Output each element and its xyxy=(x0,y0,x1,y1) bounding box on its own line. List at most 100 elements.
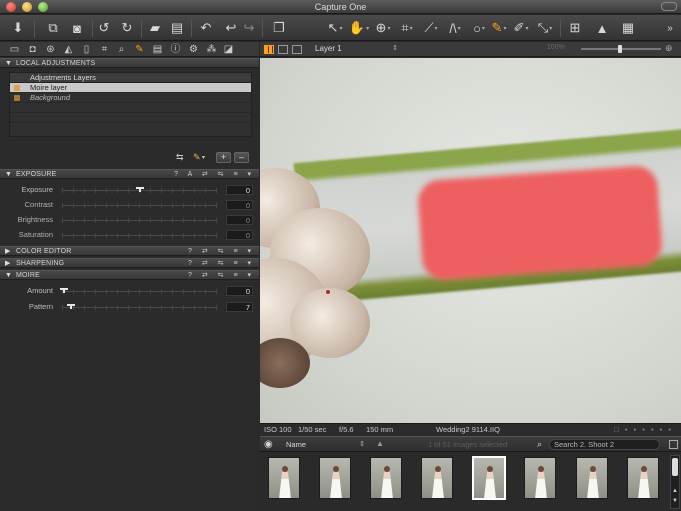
straighten-icon[interactable]: ⟋ ▾ xyxy=(422,18,440,38)
exposure-header[interactable]: ▼ EXPOSURE ? A ⇄ ⇆ ≡ ▾ xyxy=(0,169,259,179)
library-icon[interactable]: ▭ xyxy=(8,43,21,56)
thumbnail[interactable] xyxy=(524,457,556,499)
undo-icon[interactable]: ↶ xyxy=(198,18,214,38)
slider-value[interactable]: 0 xyxy=(226,200,253,210)
local-adjustments-icon[interactable]: ✎ xyxy=(133,43,146,56)
scrollbar-thumb[interactable] xyxy=(672,458,678,476)
more-icon[interactable]: » xyxy=(663,18,677,38)
warning-icon[interactable]: ▲ xyxy=(594,18,610,38)
slider-value[interactable]: 0 xyxy=(226,230,253,240)
multi-view-button[interactable] xyxy=(264,45,274,54)
redo-icon[interactable]: ↪ xyxy=(242,18,256,38)
compare-icon[interactable]: ⊞ xyxy=(566,18,584,38)
browser-options-icon[interactable] xyxy=(669,440,678,449)
search-input[interactable]: Search 2. Shoot 2 xyxy=(549,439,660,450)
section-controls[interactable]: ? ⇄ ⇆ ≡ ▾ xyxy=(188,259,255,268)
thumbnail[interactable] xyxy=(268,457,300,499)
select-cursor-icon[interactable]: ↖ ▾ xyxy=(326,18,344,38)
remove-layer-button[interactable]: – xyxy=(234,152,249,163)
thumbnail[interactable] xyxy=(576,457,608,499)
zoom-icon[interactable]: ⊕ ▾ xyxy=(374,18,392,38)
slider-track[interactable] xyxy=(62,291,217,292)
thumbnail[interactable] xyxy=(421,457,453,499)
slider-knob[interactable] xyxy=(136,187,144,193)
color-icon[interactable]: ⊛ xyxy=(44,43,57,56)
single-view-button[interactable] xyxy=(278,45,288,54)
moire-header[interactable]: ▼ MOIRE ? ⇄ ⇆ ≡ ▾ xyxy=(0,270,259,280)
spot-removal-icon[interactable]: ○ ▾ xyxy=(470,18,488,38)
zoom-in-icon[interactable]: ⊕ xyxy=(665,43,673,54)
section-controls[interactable]: ? ⇄ ⇆ ≡ ▾ xyxy=(188,271,255,280)
brush-icon[interactable]: ✎ xyxy=(193,152,201,163)
slider-track[interactable] xyxy=(62,307,217,308)
selection-count: 1 of 51 images selected xyxy=(428,440,508,449)
slider-track[interactable] xyxy=(62,205,217,206)
undo-step-icon[interactable]: ↩ xyxy=(224,18,238,38)
section-controls[interactable]: ? ⇄ ⇆ ≡ ▾ xyxy=(188,247,255,256)
collapse-triangle-icon: ▼ xyxy=(5,272,13,279)
local-adjustments-header[interactable]: ▼ LOCAL ADJUSTMENTS xyxy=(0,58,259,68)
section-controls[interactable]: ? A ⇄ ⇆ ≡ ▾ xyxy=(174,170,255,179)
slider-track[interactable] xyxy=(62,220,217,221)
eye-icon[interactable]: ◉ xyxy=(264,439,273,450)
camera-icon[interactable]: ◙ xyxy=(68,18,86,38)
sort-direction-icon[interactable]: ▲ xyxy=(376,439,384,448)
zoom-slider-knob[interactable] xyxy=(618,45,622,53)
thumbnail[interactable] xyxy=(370,457,402,499)
rotate-right-icon[interactable]: ↻ xyxy=(120,18,134,38)
crop-icon[interactable]: ⌗ ▾ xyxy=(398,18,416,38)
exposure-slider-row: Exposure 0 xyxy=(0,184,259,196)
slider-label: Pattern xyxy=(28,302,53,311)
viewer-nav-dots[interactable]: □ • • • • • • xyxy=(614,424,673,435)
batch-tab-icon[interactable]: ⁂ xyxy=(205,43,218,56)
thumbnail-selected[interactable] xyxy=(472,456,506,500)
rotate-left-icon[interactable]: ↺ xyxy=(97,18,111,38)
toolbar-toggle-button[interactable] xyxy=(661,2,677,11)
folder-icon[interactable]: ▰ xyxy=(147,18,163,38)
color-editor-header[interactable]: ▶ COLOR EDITOR ? ⇄ ⇆ ≡ ▾ xyxy=(0,246,259,256)
sharpening-header[interactable]: ▶ SHARPENING ? ⇄ ⇆ ≡ ▾ xyxy=(0,258,259,268)
image-viewer[interactable] xyxy=(260,58,681,423)
sliders-icon[interactable]: ⇆ xyxy=(176,152,184,163)
scroll-up-icon[interactable]: ▲ xyxy=(672,488,678,494)
slider-value[interactable]: 0 xyxy=(226,286,253,296)
thumbnail[interactable] xyxy=(627,457,659,499)
slider-knob[interactable] xyxy=(60,288,68,294)
gear-icon[interactable]: ⚙ xyxy=(187,43,200,56)
chevron-updown-icon: ⇕ xyxy=(359,441,365,448)
metadata-icon[interactable]: ▤ xyxy=(151,43,164,56)
filmstrip-scrollbar[interactable]: ▲ ▼ xyxy=(670,455,680,509)
slider-knob[interactable] xyxy=(67,304,75,310)
picker-icon[interactable]: ⤡ ▾ xyxy=(536,18,554,38)
grid-icon[interactable]: ▦ xyxy=(620,18,636,38)
import-icon[interactable]: ⬇ xyxy=(10,18,26,38)
slider-value[interactable]: 0 xyxy=(226,215,253,225)
capture-icon[interactable]: ⧉ xyxy=(44,18,62,38)
layer-icon xyxy=(14,95,20,101)
scroll-down-icon[interactable]: ▼ xyxy=(672,498,678,504)
details-icon[interactable]: ⌕ xyxy=(115,43,128,56)
slider-track[interactable] xyxy=(62,235,217,236)
pan-icon[interactable]: ✋ ▾ xyxy=(349,18,369,38)
keystone-icon[interactable]: /\ ▾ xyxy=(446,18,464,38)
slider-value[interactable]: 0 xyxy=(226,185,253,195)
layer-row-background[interactable]: Background xyxy=(10,93,251,103)
brush-icon[interactable]: ✎ ▾ xyxy=(490,18,508,38)
info-icon[interactable]: ⓘ xyxy=(169,43,182,56)
add-layer-button[interactable]: + xyxy=(216,152,231,163)
composition-tab-icon[interactable]: ⌗ xyxy=(98,43,111,56)
compare-view-button[interactable] xyxy=(292,45,302,54)
sort-select[interactable]: Name ⇕ xyxy=(284,439,366,450)
eraser-icon[interactable]: ✐ ▾ xyxy=(512,18,530,38)
quick-icon[interactable]: ◪ xyxy=(222,43,235,56)
batch-icon[interactable]: ❐ xyxy=(270,18,288,38)
capture-tab-icon[interactable]: ◘ xyxy=(26,43,39,56)
thumbnail[interactable] xyxy=(319,457,351,499)
exposure-tab-icon[interactable]: ◭ xyxy=(62,43,75,56)
layer-row-moire[interactable]: Moire layer xyxy=(10,83,251,93)
trash-icon[interactable]: ▤ xyxy=(170,18,184,38)
chevron-down-icon[interactable]: ▾ xyxy=(202,154,205,161)
slider-value[interactable]: 7 xyxy=(226,302,253,312)
layer-select[interactable]: Layer 1 ⇕ xyxy=(312,43,400,55)
lens-icon[interactable]: ▯ xyxy=(80,43,93,56)
